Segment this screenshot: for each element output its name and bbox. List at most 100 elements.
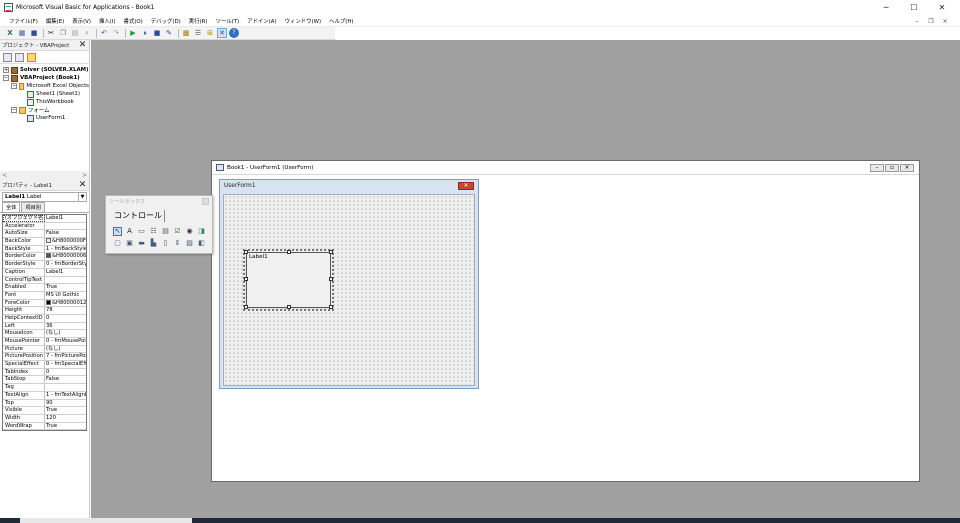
property-value[interactable]: True <box>45 407 86 414</box>
property-row[interactable]: Left 36 <box>3 322 86 331</box>
help-icon[interactable]: ? <box>229 28 239 38</box>
property-value[interactable]: 120 <box>45 415 86 422</box>
menu-addins[interactable]: アドイン(A) <box>247 17 276 25</box>
project-explorer-icon[interactable]: ▩ <box>181 28 191 38</box>
resize-handle[interactable] <box>244 305 248 309</box>
properties-icon[interactable]: ☰ <box>193 28 203 38</box>
menu-run[interactable]: 実行(R) <box>189 17 208 25</box>
mdi-minimize-button[interactable]: – <box>910 18 924 25</box>
property-value[interactable]: Label1 <box>45 269 86 276</box>
designer-minimize-button[interactable]: – <box>870 164 884 172</box>
tabstrip-tool-icon[interactable]: ▬ <box>137 239 146 248</box>
property-value[interactable] <box>45 223 86 230</box>
tree-node[interactable]: − VBAProject (Book1) <box>0 74 89 82</box>
image-tool-icon[interactable]: ▨ <box>185 239 194 248</box>
taskbar-search-box[interactable] <box>20 518 192 523</box>
object-browser-icon[interactable]: ⊞ <box>205 28 215 38</box>
property-row[interactable]: BorderColor&H80000006& <box>3 253 86 262</box>
reset-icon[interactable]: ■ <box>152 28 162 38</box>
menu-insert[interactable]: 挿入(I) <box>99 17 116 25</box>
userform[interactable]: UserForm1 ✕ Label1 <box>219 179 479 389</box>
tree-node[interactable]: − Microsoft Excel Objects <box>0 82 89 90</box>
resize-handle[interactable] <box>244 250 248 254</box>
resize-handle[interactable] <box>287 305 291 309</box>
property-value[interactable]: &H80000006& <box>45 253 86 260</box>
paste-icon[interactable]: ▤ <box>70 28 80 38</box>
menu-file[interactable]: ファイル(F) <box>9 17 38 25</box>
property-row[interactable]: PicturePosition7 - fmPicturePositionAbov… <box>3 353 86 362</box>
tree-node[interactable]: ThisWorkbook <box>0 98 89 106</box>
resize-handle[interactable] <box>329 305 333 309</box>
checkbox-tool-icon[interactable]: ☑ <box>173 227 182 236</box>
label-control[interactable]: Label1 <box>243 249 334 311</box>
property-row[interactable]: SpecialEffect0 - fmSpecialEffectFlat <box>3 361 86 369</box>
property-row[interactable]: TabIndex 0 <box>3 368 86 377</box>
resize-handle[interactable] <box>329 277 333 281</box>
property-value[interactable]: False <box>45 230 86 237</box>
property-value[interactable]: 78 <box>45 307 86 314</box>
property-value[interactable]: True <box>45 423 86 430</box>
break-icon[interactable]: ⏸ <box>140 28 150 38</box>
property-row[interactable]: BackColor&H8000000F& <box>3 238 86 246</box>
property-row[interactable]: Top 90 <box>3 399 86 408</box>
toolbox-close-button[interactable] <box>202 197 209 205</box>
design-mode-icon[interactable]: ✎ <box>164 28 174 38</box>
label-tool-icon[interactable]: A <box>125 227 134 236</box>
property-row[interactable]: Accelerator <box>3 222 86 231</box>
project-horizontal-scrollbar[interactable]: < > <box>0 171 89 180</box>
property-row[interactable]: Width 120 <box>3 414 86 423</box>
optionbutton-tool-icon[interactable]: ◉ <box>185 227 194 236</box>
find-icon[interactable]: ⌕ <box>82 28 92 38</box>
tree-node[interactable]: + Solver (SOLVER.XLAM) <box>0 66 89 74</box>
property-row[interactable]: TabStop False <box>3 376 86 385</box>
property-value[interactable]: MS UI Gothic <box>45 292 86 299</box>
property-row[interactable]: MouseIcon (なし) <box>3 330 86 338</box>
property-row[interactable]: (オブジェクト名) Label1 <box>3 215 86 223</box>
property-row[interactable]: BackStyle1 - fmBackStyleOpaque <box>3 245 86 254</box>
refedit-tool-icon[interactable]: ◧ <box>197 239 206 248</box>
expand-toggle-icon[interactable]: − <box>3 75 9 81</box>
property-value[interactable]: 0 <box>45 369 86 376</box>
property-value[interactable]: 0 - fmMousePointerDefault <box>45 338 86 345</box>
property-value[interactable]: 0 <box>45 315 86 322</box>
save-icon[interactable]: ■ <box>29 28 39 38</box>
chevron-down-icon[interactable]: ▼ <box>78 193 86 201</box>
property-value[interactable]: &H8000000F& <box>45 238 86 245</box>
properties-close-button[interactable]: ✕ <box>78 180 87 190</box>
property-row[interactable]: ForeColor&H80000012& <box>3 299 86 308</box>
close-button[interactable]: ✕ <box>928 0 956 15</box>
menu-edit[interactable]: 編集(E) <box>46 17 64 25</box>
property-value[interactable]: (なし) <box>45 346 86 353</box>
toolbox-icon[interactable]: ✕ <box>217 28 227 38</box>
expand-toggle-icon[interactable]: − <box>11 107 17 113</box>
copy-icon[interactable]: ❐ <box>58 28 68 38</box>
property-value[interactable]: 90 <box>45 400 86 407</box>
run-icon[interactable]: ▶ <box>128 28 138 38</box>
tree-node[interactable]: − フォーム <box>0 106 89 114</box>
property-value[interactable]: 1 - fmBackStyleOpaque <box>45 246 86 253</box>
property-value[interactable]: 0 - fmSpecialEffectFlat <box>45 361 86 368</box>
expand-toggle-icon[interactable]: + <box>3 67 9 73</box>
toggle-folders-icon[interactable] <box>27 52 36 62</box>
mdi-restore-button[interactable]: ❐ <box>924 18 938 25</box>
property-value[interactable]: &H80000012& <box>45 299 86 307</box>
property-row[interactable]: Visible True <box>3 407 86 415</box>
menu-view[interactable]: 表示(V) <box>72 17 91 25</box>
property-row[interactable]: ControlTipText <box>3 276 86 285</box>
property-row[interactable]: Font MS UI Gothic <box>3 291 86 300</box>
resize-handle[interactable] <box>287 250 291 254</box>
property-row[interactable]: WordWrap True <box>3 422 86 431</box>
property-row[interactable]: Enabled True <box>3 284 86 292</box>
view-object-icon[interactable] <box>15 52 24 62</box>
property-value[interactable]: False <box>45 376 86 383</box>
resize-handle[interactable] <box>244 277 248 281</box>
minimize-button[interactable]: ─ <box>872 0 900 15</box>
designer-title-bar[interactable]: Book1 - UserForm1 (UserForm) <box>212 161 919 175</box>
menu-window[interactable]: ウィンドウ(W) <box>285 17 322 25</box>
property-row[interactable]: AutoSize False <box>3 230 86 239</box>
textbox-tool-icon[interactable]: ▭ <box>137 227 146 236</box>
tab-controls[interactable]: コントロール <box>112 210 165 222</box>
cut-icon[interactable]: ✂ <box>46 28 56 38</box>
menu-debug[interactable]: デバッグ(D) <box>151 17 181 25</box>
view-code-icon[interactable] <box>3 52 12 62</box>
